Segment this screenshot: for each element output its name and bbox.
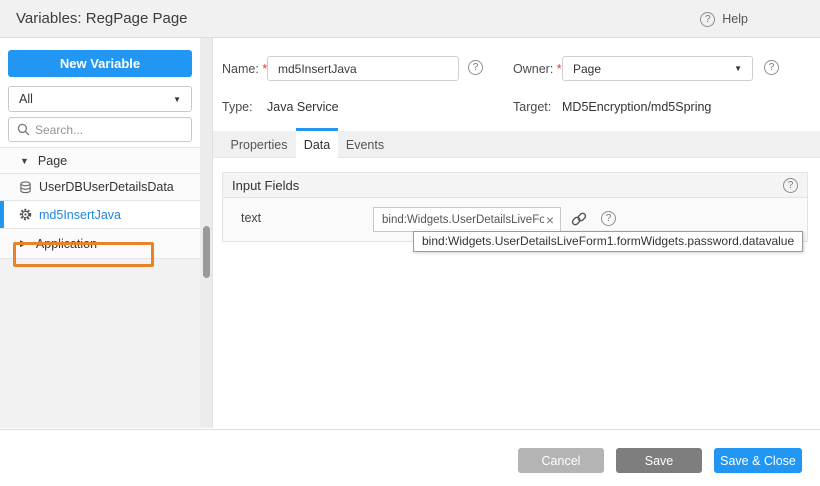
target-label: Target: [513, 100, 551, 114]
tree-node-application[interactable]: ▶ Application [0, 229, 200, 259]
bind-expression-tooltip: bind:Widgets.UserDetailsLiveForm1.formWi… [413, 231, 803, 252]
name-label: Name: * [222, 62, 267, 76]
sidebar-scrollbar-thumb[interactable] [203, 226, 210, 278]
caret-right-icon[interactable]: ▶ [20, 238, 27, 249]
search-icon [16, 123, 30, 137]
type-label: Type: [222, 100, 253, 114]
tab-properties[interactable]: Properties [222, 131, 296, 158]
input-fields-header: Input Fields ? [223, 173, 807, 198]
tree-item-userdbuserdetailsdata[interactable]: UserDBUserDetailsData [0, 174, 200, 201]
owner-selected-value: Page [573, 62, 601, 76]
page-title: Variables: RegPage Page [16, 10, 188, 27]
owner-label: Owner: * [513, 62, 562, 76]
filter-selected-value: All [19, 92, 33, 106]
dialog-footer: Cancel Save Save & Close [0, 429, 820, 486]
bind-expression-value: bind:Widgets.UserDetailsLiveForm1.fo [382, 214, 544, 226]
new-variable-button[interactable]: New Variable [8, 50, 192, 77]
variable-filter-select[interactable]: All ▼ [8, 86, 192, 112]
owner-help-icon[interactable]: ? [764, 60, 779, 75]
tree-node-label: Application [36, 237, 97, 251]
required-asterisk: * [557, 62, 562, 76]
help-icon: ? [700, 12, 715, 27]
cancel-button[interactable]: Cancel [518, 448, 604, 473]
caret-down-icon[interactable]: ▼ [20, 156, 29, 166]
service-gear-icon [18, 208, 32, 222]
variables-dialog: Variables: RegPage Page ? Help New Varia… [0, 0, 820, 486]
help-label: Help [722, 12, 748, 26]
chevron-down-icon: ▼ [173, 95, 181, 104]
save-and-close-button[interactable]: Save & Close [714, 448, 802, 473]
input-fields-title: Input Fields [232, 178, 299, 193]
dialog-header: Variables: RegPage Page ? Help [0, 0, 820, 38]
sidebar-scrollbar-track[interactable] [200, 38, 213, 428]
bind-link-icon[interactable] [571, 211, 587, 227]
help-link[interactable]: ? Help [700, 0, 748, 38]
bind-expression-input[interactable]: bind:Widgets.UserDetailsLiveForm1.fo × [373, 207, 561, 232]
clear-binding-icon[interactable]: × [544, 213, 556, 227]
variable-detail-panel: Name: * ? Owner: * Page ▼ ? Type: Java S… [213, 38, 820, 429]
target-value: MD5Encryption/md5Spring [562, 100, 711, 114]
type-value: Java Service [267, 100, 339, 114]
tree-item-md5insertjava-selected[interactable]: md5InsertJava [0, 201, 200, 229]
owner-select[interactable]: Page ▼ [562, 56, 753, 81]
variable-name-input[interactable] [267, 56, 459, 81]
tree-node-label: Page [38, 154, 67, 168]
tab-data-active[interactable]: Data [296, 128, 338, 159]
field-help-icon[interactable]: ? [601, 211, 616, 226]
variables-tree: ▼ Page UserDBUserDetailsData md5InsertJa… [0, 147, 200, 259]
search-box[interactable] [8, 117, 192, 142]
search-input[interactable] [35, 123, 190, 137]
database-icon [18, 180, 32, 194]
variables-sidebar: New Variable All ▼ ▼ Page UserDBUserDeta… [0, 39, 200, 428]
sidebar-empty-area [0, 259, 200, 428]
save-button[interactable]: Save [616, 448, 702, 473]
tab-events[interactable]: Events [338, 131, 392, 158]
input-fields-help-icon[interactable]: ? [783, 178, 798, 193]
tree-node-page[interactable]: ▼ Page [0, 147, 200, 174]
chevron-down-icon: ▼ [734, 64, 742, 73]
field-label-text: text [241, 211, 261, 225]
tree-item-label: md5InsertJava [39, 208, 121, 222]
tree-item-label: UserDBUserDetailsData [39, 180, 174, 194]
name-help-icon[interactable]: ? [468, 60, 483, 75]
detail-tabbar: Properties Data Events [213, 131, 820, 158]
